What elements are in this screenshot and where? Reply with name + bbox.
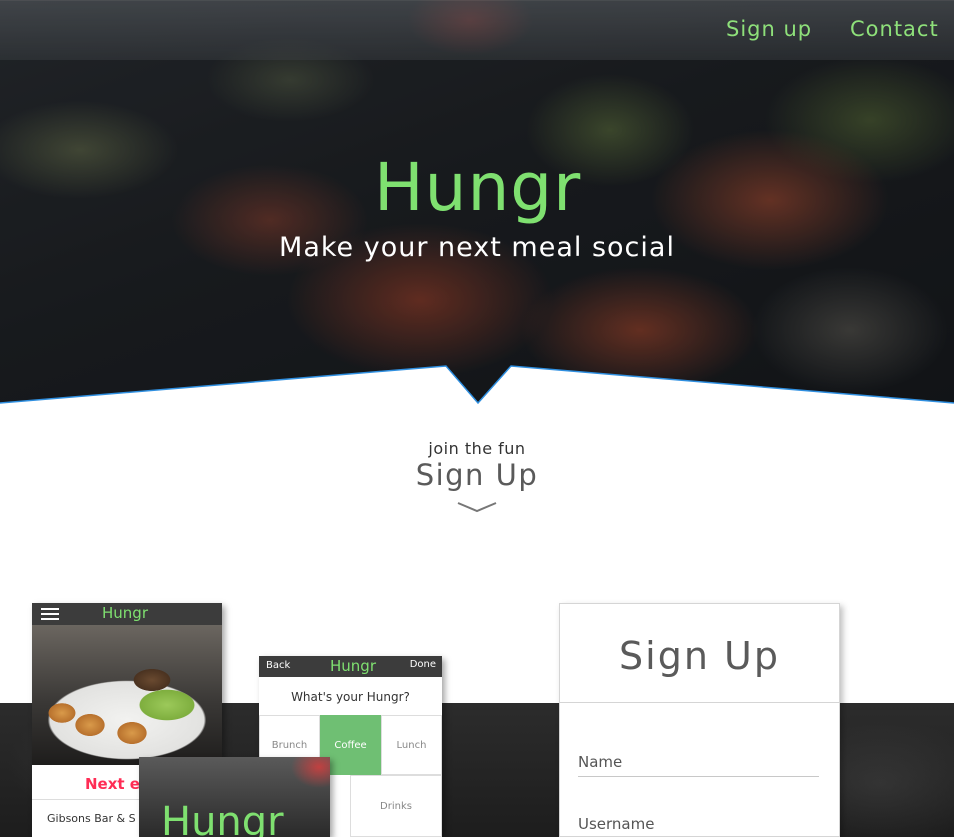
nav-contact-link[interactable]: Contact	[850, 17, 939, 41]
mockup-done-label: Done	[409, 659, 436, 670]
nav-signup-link[interactable]: Sign up	[726, 17, 812, 41]
signup-kicker: join the fun	[428, 439, 526, 458]
top-navbar: Sign up Contact	[0, 0, 954, 60]
signup-heading: Sign Up	[415, 458, 539, 492]
mockup-header-bar: Hungr	[32, 603, 222, 625]
mockup-header-bar: Back Hungr Done	[259, 656, 442, 677]
username-field[interactable]	[578, 809, 819, 837]
option-drinks: Drinks	[350, 775, 442, 837]
chevron-down-icon[interactable]	[456, 500, 498, 514]
brand-logo: Hungr	[374, 149, 584, 238]
menu-icon	[41, 608, 59, 620]
mockup-question: What's your Hungr?	[291, 690, 410, 704]
food-photo	[32, 625, 222, 765]
option-lunch: Lunch	[381, 715, 442, 775]
mockup-logo: Hungr	[161, 799, 284, 837]
hero-tagline: Make your next meal social	[279, 232, 675, 263]
name-field[interactable]	[578, 747, 819, 777]
brand-logo-text: Hungr	[374, 149, 582, 226]
venue-label: Gibsons Bar & S	[47, 812, 136, 825]
mockup-back-label: Back	[266, 660, 291, 671]
signup-card: Sign Up	[559, 603, 840, 837]
divider	[560, 702, 839, 703]
mockup-logo: Hungr	[330, 657, 376, 675]
mockup-logo: Hungr	[102, 604, 148, 622]
signup-card-title: Sign Up	[619, 634, 780, 678]
app-mockup-splash: Hungr	[139, 757, 330, 837]
